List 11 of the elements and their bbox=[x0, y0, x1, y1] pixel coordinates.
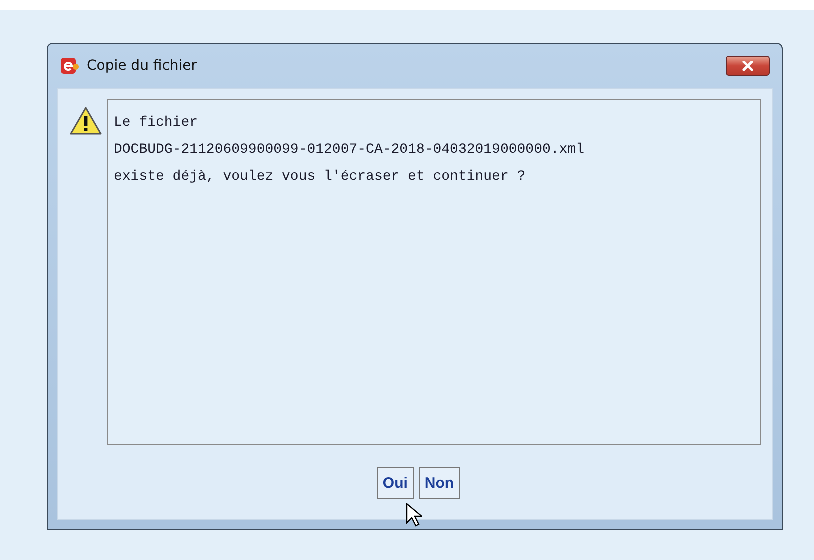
message-line: Le fichier bbox=[114, 114, 200, 133]
no-button[interactable]: Non bbox=[418, 467, 460, 499]
close-button[interactable] bbox=[726, 56, 770, 76]
message-line: existe déjà, voulez vous l'écraser et continuer ? bbox=[114, 168, 527, 187]
cursor-icon bbox=[406, 503, 422, 527]
yes-button[interactable]: Oui bbox=[376, 467, 414, 499]
close-icon bbox=[741, 61, 755, 71]
app-icon bbox=[61, 58, 79, 74]
window-title: Copie du fichier bbox=[87, 58, 198, 74]
warning-icon bbox=[69, 106, 103, 136]
message-line: DOCBUDG-21120609900099-012007-CA-2018-04032019000000.xml bbox=[114, 141, 586, 160]
